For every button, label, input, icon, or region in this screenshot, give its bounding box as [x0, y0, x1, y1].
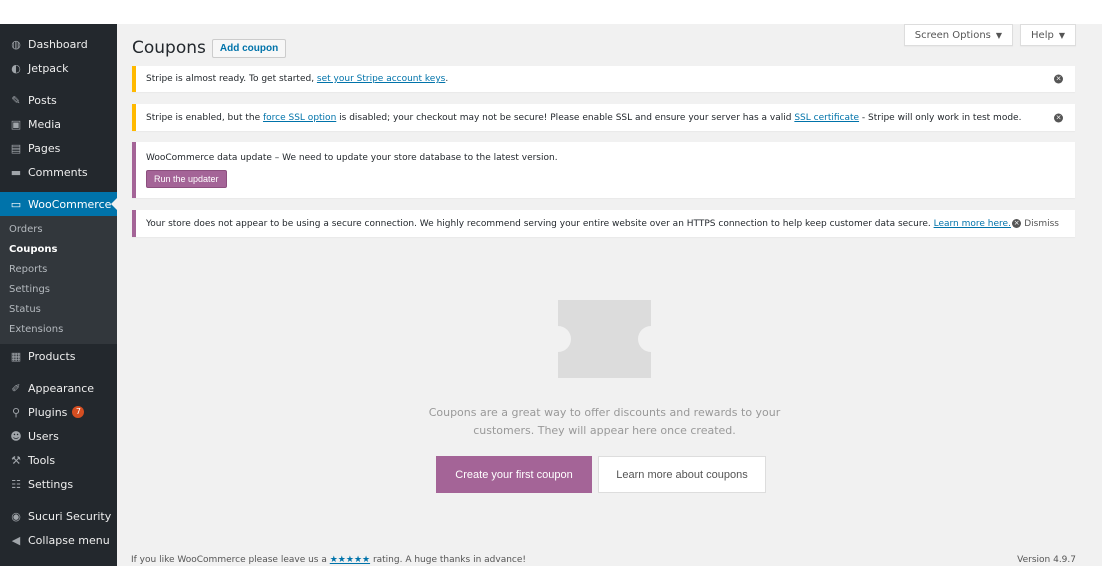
jetpack-icon: ◐	[11, 61, 21, 75]
menu-label: Appearance	[28, 381, 95, 395]
dismiss-label: Dismiss	[1024, 218, 1059, 229]
tools-icon: ⚒	[11, 453, 21, 467]
screen-meta-links: Screen Options ▼ Help ▼	[903, 24, 1076, 46]
menu-label: Collapse menu	[28, 533, 110, 547]
collapse-icon: ◀	[11, 533, 21, 547]
woocommerce-submenu: Orders Coupons Reports Settings Status E…	[0, 216, 117, 344]
menu-label: Products	[28, 349, 76, 363]
footer-text-part: rating. A huge thanks in advance!	[370, 555, 527, 565]
appearance-icon: ✐	[11, 381, 21, 395]
page-title: Coupons	[132, 38, 206, 58]
notice-text-part: .	[445, 74, 449, 84]
notice-text-part: Stripe is almost ready. To get started,	[146, 74, 317, 84]
plugins-icon: ⚲	[11, 405, 21, 419]
menu-tools[interactable]: ⚒ Tools	[0, 448, 117, 472]
menu-jetpack[interactable]: ◐ Jetpack	[0, 56, 117, 80]
menu-pages[interactable]: ▤ Pages	[0, 136, 117, 160]
version-text: Version 4.9.7	[1017, 555, 1076, 565]
coupon-placeholder-icon	[545, 300, 664, 378]
menu-label: Users	[28, 429, 59, 443]
rating-stars-link[interactable]: ★★★★★	[330, 555, 370, 565]
media-icon: ▣	[10, 117, 22, 131]
menu-sucuri-security[interactable]: ◉ Sucuri Security	[0, 504, 117, 528]
menu-comments[interactable]: ▬ Comments	[0, 160, 117, 184]
menu-label: Pages	[28, 141, 61, 155]
dismiss-button[interactable]: × Dismiss	[1012, 219, 1059, 229]
update-notice-text: WooCommerce data update – We need to upd…	[146, 152, 558, 163]
menu-label: Sucuri Security	[28, 509, 112, 523]
menu-label: Jetpack	[28, 61, 69, 75]
help-button[interactable]: Help ▼	[1020, 24, 1076, 46]
ssl-certificate-link[interactable]: SSL certificate	[794, 113, 859, 123]
collapse-menu-button[interactable]: ◀ Collapse menu	[0, 528, 117, 552]
menu-label: Settings	[28, 477, 74, 491]
stripe-keys-notice: Stripe is almost ready. To get started, …	[132, 66, 1075, 92]
close-notice-icon[interactable]: ×	[1054, 74, 1063, 84]
products-icon: ▦	[10, 349, 22, 363]
submenu-reports[interactable]: Reports	[0, 260, 117, 280]
footer-rating-text: If you like WooCommerce please leave us …	[131, 555, 526, 565]
menu-label: Comments	[28, 165, 88, 179]
menu-plugins[interactable]: ⚲ Plugins 7	[0, 400, 117, 424]
learn-more-link[interactable]: Learn more here.	[934, 219, 1011, 229]
notice-text: Stripe is enabled, but the force SSL opt…	[146, 113, 1021, 123]
learn-more-coupons-button[interactable]: Learn more about coupons	[598, 456, 766, 493]
help-label: Help	[1031, 29, 1054, 41]
submenu-settings[interactable]: Settings	[0, 280, 117, 300]
notice-text: Stripe is almost ready. To get started, …	[146, 74, 448, 84]
submenu-extensions[interactable]: Extensions	[0, 320, 117, 340]
page-heading: Coupons Add coupon	[132, 38, 287, 58]
menu-label: Posts	[28, 93, 57, 107]
settings-icon: ☷	[11, 477, 21, 491]
posts-icon: ✎	[11, 93, 21, 107]
users-icon: ☻	[10, 429, 22, 443]
pages-icon: ▤	[10, 141, 22, 155]
empty-state-message: Coupons are a great way to offer discoun…	[428, 406, 781, 437]
footer-text-part: If you like WooCommerce please leave us …	[131, 555, 330, 565]
empty-state-actions: Create your first coupon Learn more abou…	[436, 456, 766, 493]
menu-dashboard[interactable]: ◍ Dashboard	[0, 32, 117, 56]
menu-woocommerce[interactable]: ▭ WooCommerce	[0, 192, 117, 216]
screen-options-button[interactable]: Screen Options ▼	[903, 24, 1014, 46]
notice-text: Your store does not appear to be using a…	[146, 219, 1011, 229]
screen-options-label: Screen Options	[914, 29, 991, 41]
menu-label: Dashboard	[28, 37, 88, 51]
main-content: Screen Options ▼ Help ▼ Coupons Add coup…	[117, 24, 1102, 566]
https-notice: Your store does not appear to be using a…	[132, 210, 1075, 237]
menu-label: Media	[28, 117, 62, 131]
caret-down-icon: ▼	[995, 30, 1003, 40]
menu-posts[interactable]: ✎ Posts	[0, 88, 117, 112]
notice-text-part: Your store does not appear to be using a…	[146, 218, 934, 229]
notice-text-part: - Stripe will only work in test mode.	[859, 112, 1022, 123]
woocommerce-icon: ▭	[10, 197, 22, 211]
sucuri-icon: ◉	[11, 509, 21, 523]
menu-settings[interactable]: ☷ Settings	[0, 472, 117, 496]
plugins-update-badge: 7	[72, 406, 85, 418]
submenu-coupons[interactable]: Coupons	[0, 240, 117, 260]
close-notice-icon[interactable]: ×	[1054, 113, 1063, 122]
menu-label: WooCommerce	[28, 197, 112, 211]
menu-users[interactable]: ☻ Users	[0, 424, 117, 448]
dismiss-icon: ×	[1012, 219, 1022, 228]
caret-down-icon: ▼	[1058, 30, 1065, 40]
force-ssl-link[interactable]: force SSL option	[263, 113, 336, 123]
menu-label: Plugins	[28, 405, 68, 419]
run-updater-button[interactable]: Run the updater	[146, 169, 227, 188]
submenu-orders[interactable]: Orders	[0, 220, 117, 240]
admin-sidebar: ◍ Dashboard ◐ Jetpack ✎ Posts ▣ Media ▤ …	[0, 24, 117, 566]
submenu-status[interactable]: Status	[0, 300, 117, 320]
menu-products[interactable]: ▦ Products	[0, 344, 117, 368]
stripe-ssl-notice: Stripe is enabled, but the force SSL opt…	[132, 104, 1075, 131]
notice-text-part: Stripe is enabled, but the	[146, 112, 263, 123]
woocommerce-update-notice: WooCommerce data update – We need to upd…	[132, 142, 1075, 198]
comments-icon: ▬	[10, 165, 22, 179]
add-coupon-button[interactable]: Add coupon	[211, 38, 287, 58]
menu-label: Tools	[28, 453, 56, 467]
menu-media[interactable]: ▣ Media	[0, 112, 117, 136]
menu-appearance[interactable]: ✐ Appearance	[0, 376, 117, 400]
dashboard-icon: ◍	[11, 37, 21, 51]
notice-text-part: is disabled; your checkout may not be se…	[336, 112, 795, 123]
stripe-keys-link[interactable]: set your Stripe account keys	[317, 74, 445, 84]
create-first-coupon-button[interactable]: Create your first coupon	[436, 456, 592, 493]
